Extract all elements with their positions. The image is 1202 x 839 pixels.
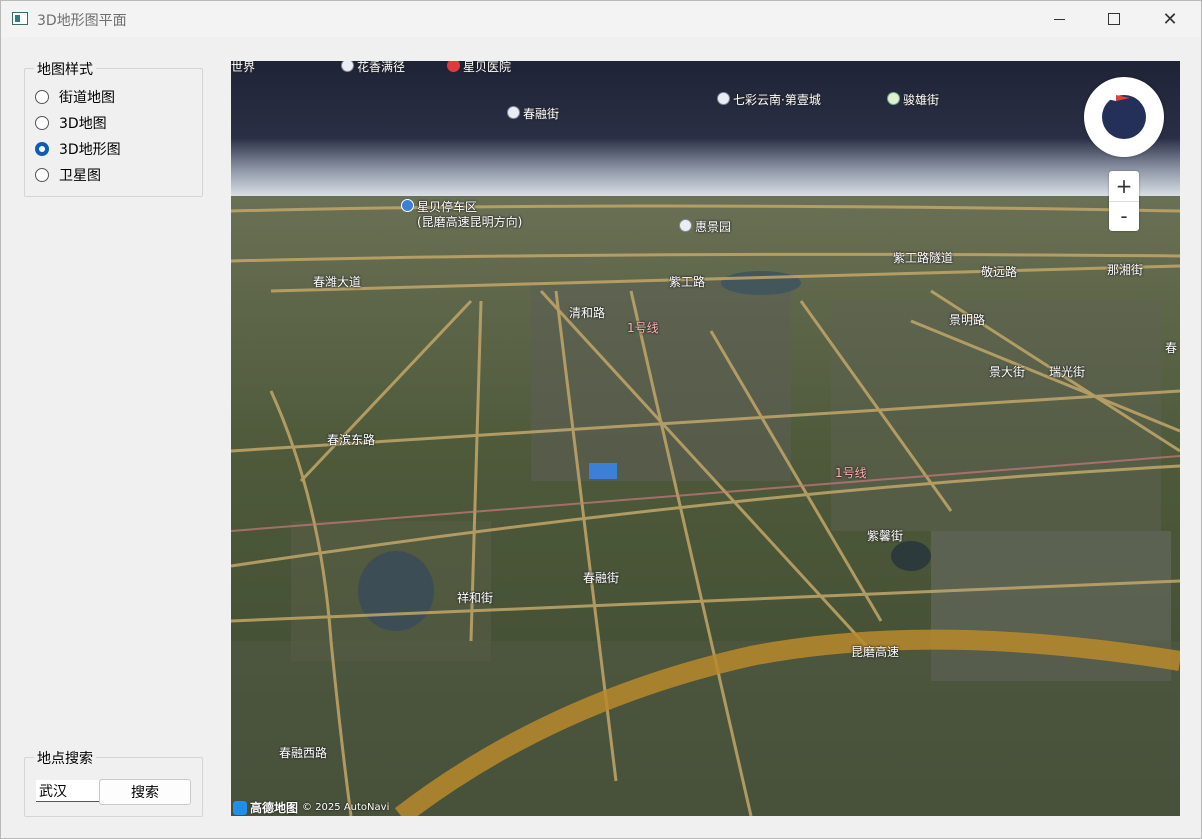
map-poi-qicai[interactable]: 七彩云南·第壹城 — [717, 91, 821, 108]
map-poi-junxiong[interactable]: 骏雄街 — [887, 91, 939, 108]
road-label: 景大街 — [989, 365, 1026, 379]
zoom-control: + - — [1109, 171, 1139, 231]
radio-3d-terrain[interactable]: 3D地形图 — [35, 139, 121, 159]
title-bar: 3D地形图平面 ✕ — [1, 1, 1201, 37]
sky — [231, 61, 1180, 201]
pin-icon — [679, 219, 692, 232]
road-label: 瑞光街 — [1049, 365, 1086, 379]
road-label: 那湘街 — [1107, 263, 1144, 277]
road-label: 春潍大道 — [313, 275, 362, 289]
road-label: 春融西路 — [279, 746, 328, 760]
map-poi-parking-sub: (昆磨高速昆明方向) — [417, 215, 523, 229]
radio-label: 卫星图 — [59, 168, 101, 184]
pin-icon — [341, 61, 354, 72]
compass-icon — [1102, 95, 1146, 139]
road-label: 春滨东路 — [327, 433, 376, 447]
road-label: 清和路 — [569, 306, 606, 320]
close-button[interactable]: ✕ — [1147, 1, 1193, 37]
location-search-group: 地点搜索 搜索 — [24, 748, 203, 817]
maximize-button[interactable] — [1091, 1, 1137, 37]
radio-street-map[interactable]: 街道地图 — [35, 87, 115, 107]
radio-indicator[interactable] — [35, 116, 49, 130]
amap-logo-icon — [233, 800, 247, 815]
radio-indicator-checked[interactable] — [35, 142, 49, 156]
radio-label: 街道地图 — [59, 90, 115, 106]
radio-3d-map[interactable]: 3D地图 — [35, 113, 107, 133]
parking-icon — [401, 199, 414, 212]
zoom-in-button[interactable]: + — [1109, 171, 1139, 202]
window-title: 3D地形图平面 — [37, 13, 127, 29]
road-label: 敬远路 — [981, 265, 1018, 279]
minimize-button[interactable] — [1036, 1, 1082, 37]
road-label: 紫工路隧道 — [893, 251, 954, 265]
app-window: 3D地形图平面 ✕ 地图样式 街道地图 3D地图 3D地形图 卫星图 地点搜索 … — [0, 0, 1202, 839]
attribution-brand: 高德地图 — [250, 801, 299, 815]
compass-control[interactable] — [1084, 77, 1164, 157]
pin-icon — [507, 106, 520, 119]
map-poi-chunrong[interactable]: 春融街 — [507, 105, 559, 122]
radio-indicator[interactable] — [35, 90, 49, 104]
map-view[interactable]: 世界 花香满径 星贝医院 春融街 七彩云南·第壹城 骏雄街 星贝停车区 (昆磨高… — [231, 61, 1180, 816]
minimize-icon — [1053, 18, 1065, 20]
pin-icon — [887, 92, 900, 105]
pin-icon — [717, 92, 730, 105]
location-search-group-title: 地点搜索 — [34, 748, 96, 768]
search-input[interactable] — [36, 780, 99, 802]
map-style-group-title: 地图样式 — [34, 59, 96, 79]
zoom-out-button[interactable]: - — [1109, 201, 1139, 231]
app-icon — [12, 12, 28, 25]
map-attribution: 高德地图 © 2025 AutoNavi — [233, 799, 389, 816]
map-poi-hospital[interactable]: 星贝医院 — [447, 61, 511, 75]
radio-satellite[interactable]: 卫星图 — [35, 165, 101, 185]
hospital-pin-icon — [447, 61, 460, 72]
close-icon: ✕ — [1162, 8, 1178, 30]
maximize-icon — [1108, 13, 1120, 25]
metro-label: 1号线 — [627, 321, 659, 335]
road-label: 景明路 — [949, 313, 986, 327]
road-label: 春融街 — [583, 571, 620, 585]
map-label-world: 世界 — [231, 61, 256, 74]
metro-label: 1号线 — [835, 466, 867, 480]
map-poi-huijing[interactable]: 惠景园 — [679, 218, 731, 235]
road-label: 紫工路 — [669, 275, 706, 289]
map-poi-huaxiang[interactable]: 花香满径 — [341, 61, 405, 75]
attribution-text: © 2025 AutoNavi — [302, 802, 390, 813]
search-button[interactable]: 搜索 — [99, 779, 191, 805]
radio-indicator[interactable] — [35, 168, 49, 182]
radio-label: 3D地图 — [59, 116, 107, 132]
map-style-group: 地图样式 街道地图 3D地图 3D地形图 卫星图 — [24, 59, 203, 197]
radio-label: 3D地形图 — [59, 142, 121, 158]
road-label: 祥和街 — [457, 591, 494, 605]
road-label: 紫馨街 — [867, 529, 904, 543]
road-label: 昆磨高速 — [851, 645, 900, 659]
road-label: 春 — [1165, 341, 1178, 355]
